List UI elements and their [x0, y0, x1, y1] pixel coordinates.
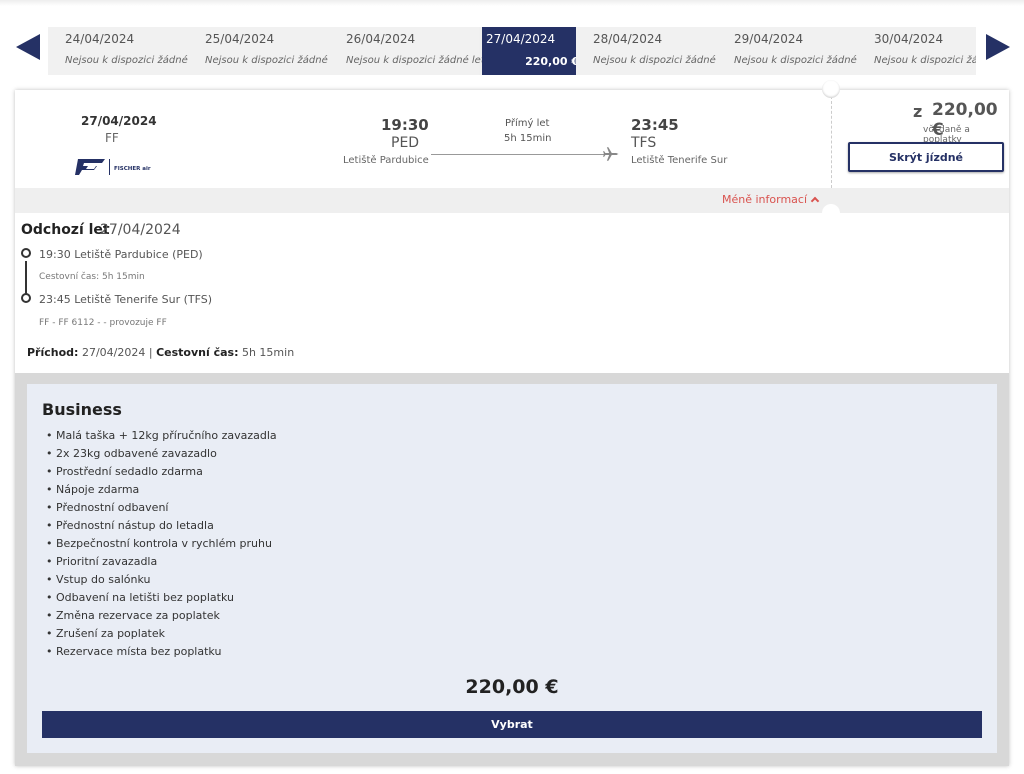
- timeline-line: [25, 261, 27, 297]
- date-price: 220,00 €: [525, 55, 579, 68]
- date-label: 27/04/2024: [486, 32, 556, 46]
- fare-feature: Malá taška + 12kg příručního zavazadla: [46, 429, 277, 447]
- fare-features: Malá taška + 12kg příručního zavazadla 2…: [46, 429, 277, 663]
- date-label: 24/04/2024: [65, 32, 135, 46]
- date-cell-28-04[interactable]: 28/04/2024 Nejsou k dispozici žádné lety: [576, 27, 738, 75]
- flight-type: Přímý let: [505, 118, 550, 129]
- date-cell-30-04[interactable]: 30/04/2024 Nejsou k dispozici žádné lety: [857, 27, 976, 75]
- date-label: 30/04/2024: [874, 32, 944, 46]
- segment-departure: 19:30 Letiště Pardubice (PED): [39, 248, 203, 261]
- date-label: 26/04/2024: [346, 32, 416, 46]
- top-shadow: [0, 0, 1024, 6]
- segment-arrival: 23:45 Letiště Tenerife Sur (TFS): [39, 293, 213, 306]
- hide-fares-button[interactable]: Skrýt jízdné: [848, 142, 1004, 172]
- fare-feature: 2x 23kg odbavené zavazadlo: [46, 447, 277, 465]
- fare-feature: Přednostní nástup do letadla: [46, 519, 277, 537]
- timeline-start-icon: [21, 248, 31, 258]
- fare-feature: Vstup do salónku: [46, 573, 277, 591]
- fare-feature: Změna rezervace za poplatek: [46, 609, 277, 627]
- travel-time-label: Cestovní čas:: [156, 346, 239, 359]
- fare-card-business: Business Malá taška + 12kg příručního za…: [27, 384, 997, 753]
- fare-feature: Rezervace místa bez poplatku: [46, 645, 277, 663]
- segment-operator: FF - FF 6112 - - provozuje FF: [39, 318, 167, 328]
- segment-travel-time: Cestovní čas: 5h 15min: [39, 272, 145, 282]
- date-cell-24-04[interactable]: 24/04/2024 Nejsou k dispozici žádné lety: [48, 27, 210, 75]
- timeline-end-icon: [21, 293, 31, 303]
- date-label: 28/04/2024: [593, 32, 663, 46]
- less-info-link[interactable]: Méně informací: [722, 193, 820, 206]
- triangle-left-icon[interactable]: [16, 34, 40, 60]
- less-info-bar: Méně informací: [15, 188, 1009, 213]
- arrival-time: 23:45: [631, 116, 679, 134]
- chevron-up-icon: [810, 196, 820, 206]
- svg-text:FISCHER air: FISCHER air: [114, 166, 151, 172]
- no-flights-note: Nejsou k dispozici žádné lety: [205, 55, 350, 66]
- fare-price: 220,00 €: [465, 676, 559, 698]
- departure-time: 19:30: [381, 116, 429, 134]
- flight-duration: 5h 15min: [504, 133, 552, 144]
- fare-feature: Prioritní zavazadla: [46, 555, 277, 573]
- date-label: 25/04/2024: [205, 32, 275, 46]
- arrival-summary: Příchod: 27/04/2024 | Cestovní čas: 5h 1…: [27, 346, 294, 359]
- triangle-right-icon[interactable]: [986, 34, 1010, 60]
- airline-logo: FISCHER air: [75, 159, 151, 175]
- fare-feature: Bezpečnostní kontrola v rychlém pruhu: [46, 537, 277, 555]
- flight-date: 27/04/2024: [81, 114, 157, 128]
- flight-details: Odchozí let 27/04/2024 19:30 Letiště Par…: [15, 213, 1009, 373]
- date-cell-29-04[interactable]: 29/04/2024 Nejsou k dispozici žádné lety: [717, 27, 879, 75]
- arrival-airport: Letiště Tenerife Sur: [631, 155, 728, 166]
- departure-code: PED: [391, 135, 420, 151]
- arrival-label: Příchod:: [27, 346, 79, 359]
- date-cell-26-04[interactable]: 26/04/2024 Nejsou k dispozici žádné lety: [329, 27, 491, 75]
- ticket-divider: [831, 96, 832, 188]
- fare-title: Business: [42, 400, 122, 419]
- fare-section: Business Malá taška + 12kg příručního za…: [15, 373, 1009, 766]
- arrival-code: TFS: [631, 135, 657, 151]
- date-strip: y 24/04/2024 Nejsou k dispozici žádné le…: [48, 27, 976, 75]
- date-cell-27-04-selected[interactable]: 27/04/2024 220,00 €: [482, 27, 583, 75]
- no-flights-note: Nejsou k dispozici žádné lety: [593, 55, 738, 66]
- outbound-date: 27/04/2024: [100, 222, 181, 238]
- fare-feature: Zrušení za poplatek: [46, 627, 277, 645]
- carrier-code: FF: [105, 131, 119, 145]
- flight-card: 27/04/2024 FF FISCHER air 19:30 PED Leti…: [15, 80, 1009, 766]
- arrival-date: 27/04/2024: [81, 346, 146, 359]
- ticket-notch: [822, 80, 840, 98]
- travel-time-value: 5h 15min: [241, 346, 295, 359]
- fare-feature: Nápoje zdarma: [46, 483, 277, 501]
- no-flights-note: Nejsou k dispozici žádné lety: [346, 55, 491, 66]
- fare-feature: Odbavení na letišti bez poplatku: [46, 591, 277, 609]
- flight-summary: 27/04/2024 FF FISCHER air 19:30 PED Leti…: [15, 80, 1009, 188]
- fare-feature: Prostřední sedadlo zdarma: [46, 465, 277, 483]
- price-prefix: z: [913, 102, 923, 121]
- less-info-label: Méně informací: [722, 193, 808, 206]
- date-cell-25-04[interactable]: 25/04/2024 Nejsou k dispozici žádné lety: [188, 27, 350, 75]
- separator: |: [148, 346, 153, 359]
- no-flights-note: Nejsou k dispozici žádné lety: [874, 55, 976, 66]
- airplane-icon: [603, 147, 619, 161]
- fare-feature: Přednostní odbavení: [46, 501, 277, 519]
- departure-airport: Letiště Pardubice: [343, 155, 429, 166]
- select-fare-button[interactable]: Vybrat: [42, 711, 982, 738]
- date-label: 29/04/2024: [734, 32, 804, 46]
- route-line: [431, 154, 617, 155]
- outbound-label: Odchozí let: [21, 222, 110, 238]
